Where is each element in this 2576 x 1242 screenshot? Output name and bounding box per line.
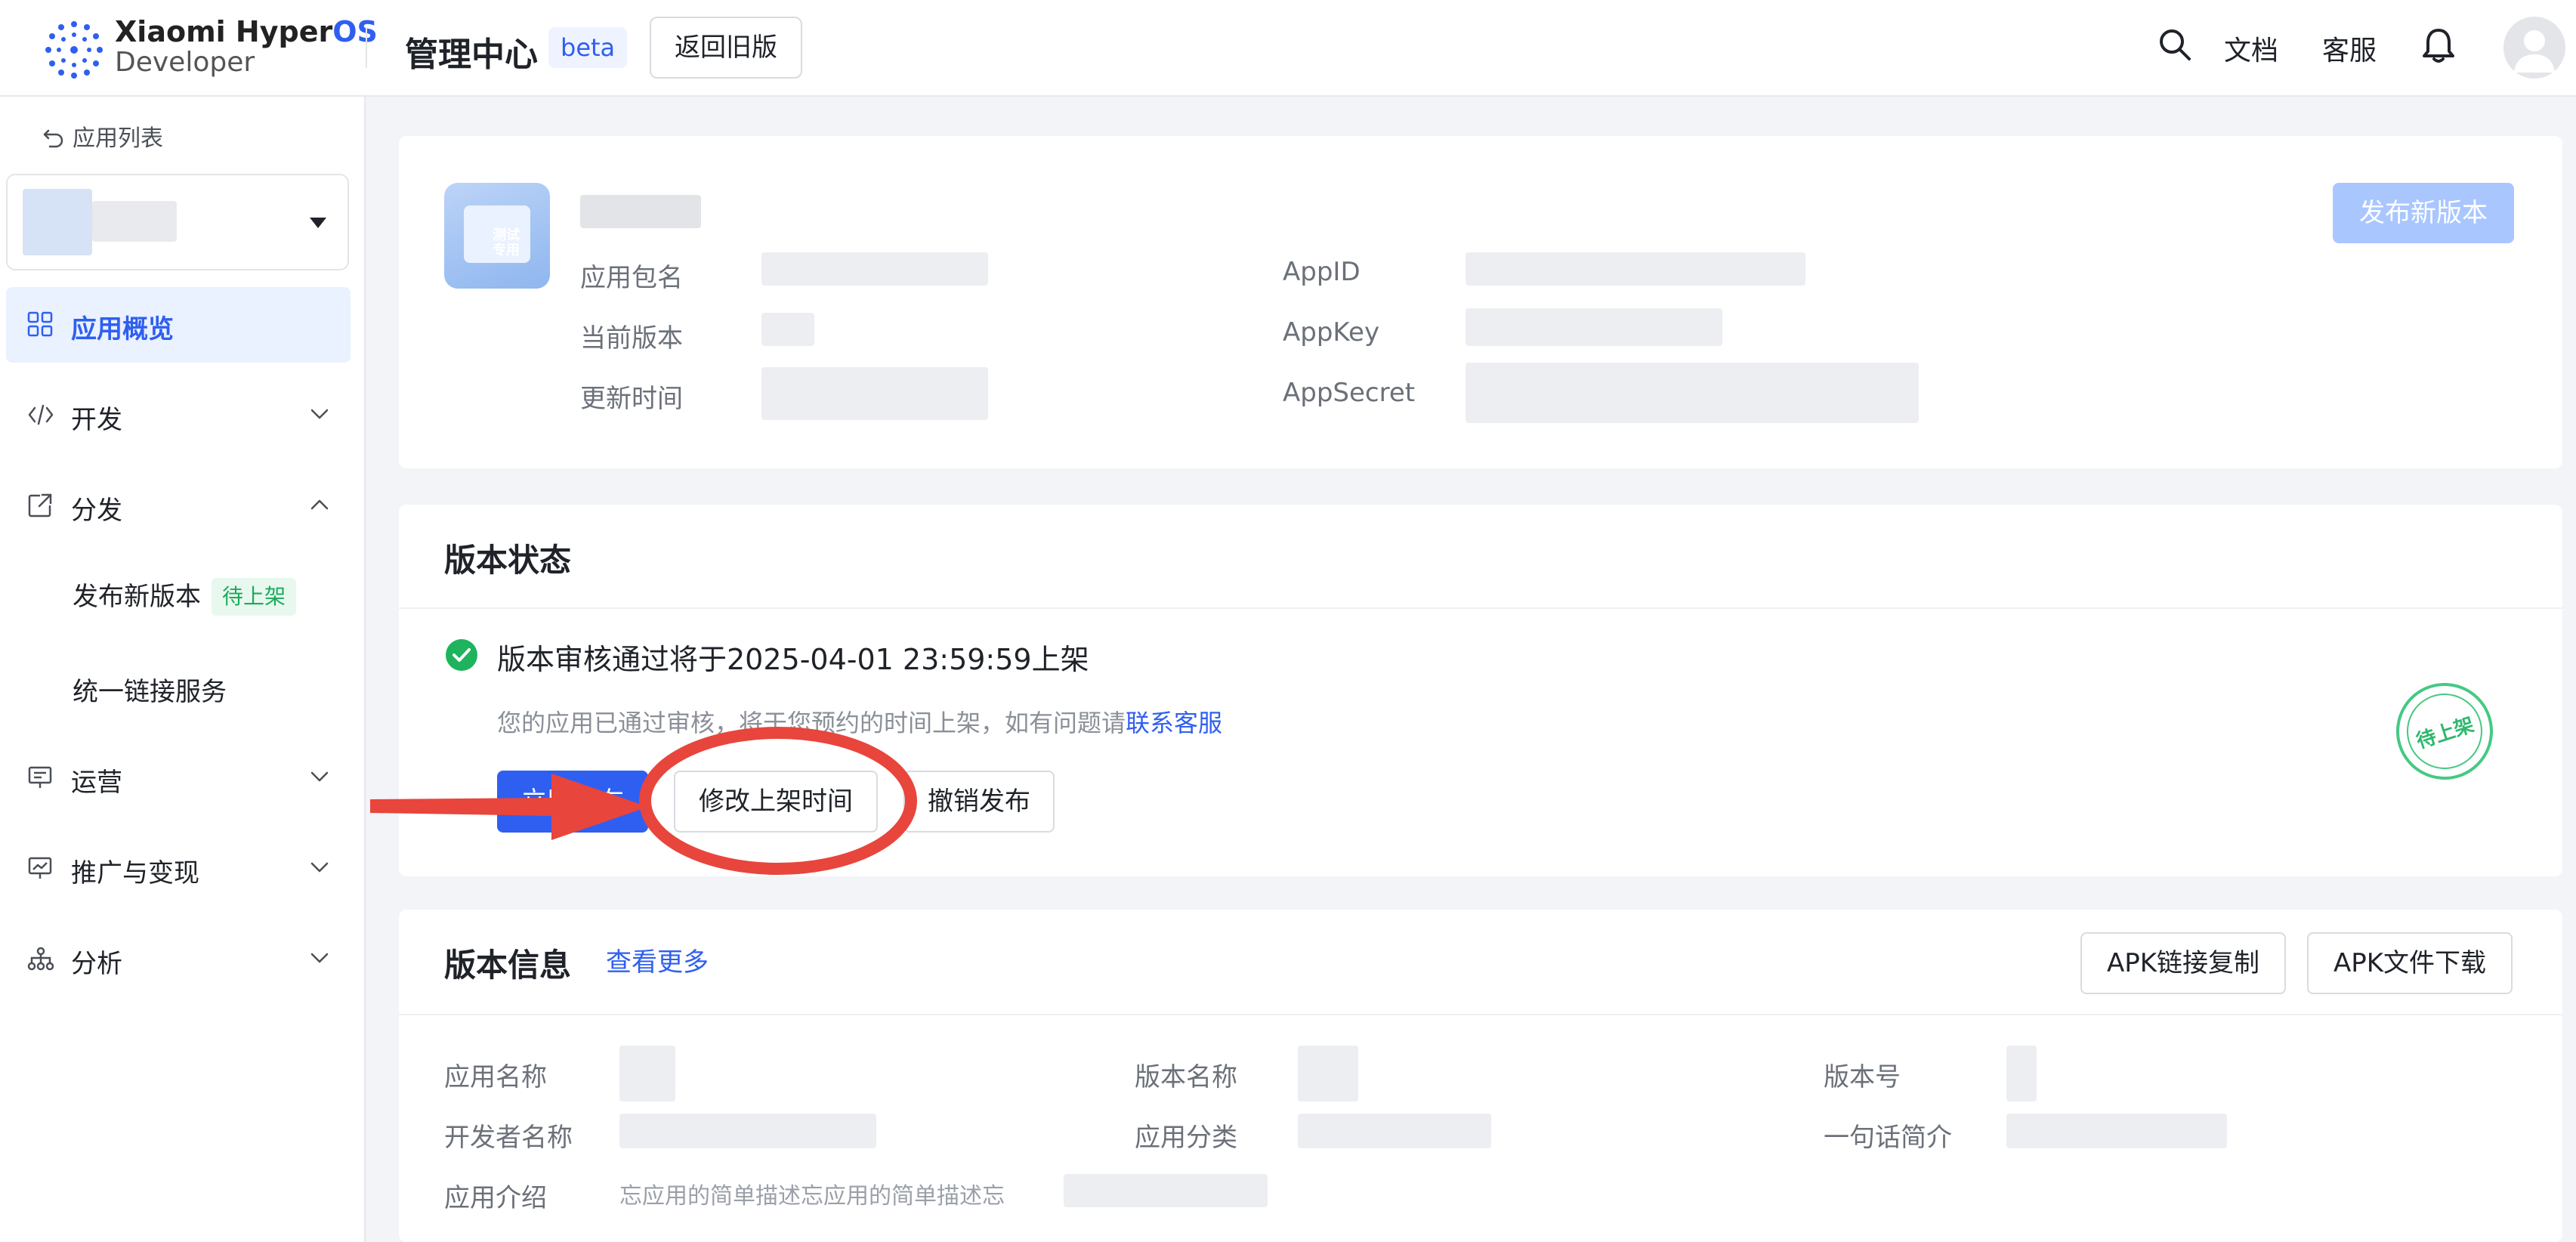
appid-label: AppID xyxy=(1283,257,1361,287)
download-apk-button[interactable]: APK文件下载 xyxy=(2307,932,2513,994)
copy-apk-link-button[interactable]: APK链接复制 xyxy=(2080,932,2286,994)
sidebar-item-label: 运营 xyxy=(71,768,122,798)
sidebar-item-develop[interactable]: 开发 xyxy=(6,378,351,453)
app-name-label: 应用名称 xyxy=(444,1062,547,1092)
sidebar-item-label: 分析 xyxy=(71,949,122,979)
modify-release-time-button[interactable]: 修改上架时间 xyxy=(674,771,878,833)
brief-intro-value-redacted xyxy=(2006,1114,2227,1148)
category-label: 应用分类 xyxy=(1135,1123,1237,1153)
back-to-app-list-link[interactable]: 应用列表 xyxy=(42,119,163,153)
app-intro-redacted xyxy=(1064,1174,1268,1207)
docs-link[interactable]: 文档 xyxy=(2224,29,2278,68)
appkey-redacted xyxy=(1466,308,1722,346)
app-overview-card: 测试 专用 应用包名 当前版本 更新时间 AppID AppKey AppSecr… xyxy=(399,136,2562,468)
sidebar-item-distribute[interactable]: 分发 xyxy=(6,468,351,544)
back-to-old-version-button[interactable]: 返回旧版 xyxy=(650,17,802,79)
search-icon[interactable] xyxy=(2157,27,2192,62)
sidebar-item-label: 开发 xyxy=(71,405,122,435)
developer-value-redacted xyxy=(619,1114,876,1148)
bell-icon[interactable] xyxy=(2422,27,2455,63)
app-name-redacted xyxy=(580,195,701,228)
appsecret-label: AppSecret xyxy=(1283,378,1416,408)
version-status-title: 版本状态 xyxy=(444,542,572,579)
current-version-label: 当前版本 xyxy=(580,323,683,354)
share-icon xyxy=(28,493,52,518)
version-name-value-redacted xyxy=(1298,1046,1358,1101)
brief-intro-label: 一句话简介 xyxy=(1824,1123,1952,1153)
app-icon-redacted xyxy=(23,189,92,255)
contact-support-link[interactable]: 联系客服 xyxy=(1126,709,1222,737)
pending-release-badge: 待上架 xyxy=(212,578,297,616)
sidebar-item-label: 应用概览 xyxy=(71,314,174,344)
version-status-card: 版本状态 版本审核通过将于2025-04-01 23:59:59上架 您的应用已… xyxy=(399,505,2562,876)
hyperos-logo xyxy=(45,21,103,79)
brand-subtitle: Developer xyxy=(115,47,255,78)
sidebar-item-analytics[interactable]: 分析 xyxy=(6,922,351,997)
beta-badge: beta xyxy=(548,27,628,68)
caret-down-icon xyxy=(310,218,326,228)
brand-name: Xiaomi HyperOS xyxy=(115,15,378,48)
sidebar-item-label: 推广与变现 xyxy=(71,858,199,888)
version-code-label: 版本号 xyxy=(1824,1062,1901,1092)
monitor-icon xyxy=(28,766,52,788)
user-icon xyxy=(2514,30,2555,73)
appsecret-redacted xyxy=(1466,363,1919,423)
sidebar-subitem-unified-link-service[interactable]: 统一链接服务 xyxy=(73,671,227,708)
appkey-label: AppKey xyxy=(1283,317,1380,348)
grid-icon xyxy=(27,311,53,337)
view-more-link[interactable]: 查看更多 xyxy=(606,941,709,978)
version-code-value-redacted xyxy=(2006,1046,2037,1101)
developer-name-label: 开发者名称 xyxy=(444,1123,573,1153)
package-name-redacted xyxy=(761,252,988,286)
publish-now-button[interactable]: 立即发布 xyxy=(497,771,648,833)
review-status-message: 版本审核通过将于2025-04-01 23:59:59上架 xyxy=(497,643,1089,676)
chevron-up-icon xyxy=(310,499,329,510)
sidebar-item-promotion-monetization[interactable]: 推广与变现 xyxy=(6,831,351,907)
check-circle-icon xyxy=(446,639,477,671)
chevron-down-icon xyxy=(310,771,329,782)
app-selector-dropdown[interactable] xyxy=(6,174,349,270)
appid-redacted xyxy=(1466,252,1805,286)
review-status-description: 您的应用已通过审核，将于您预约的时间上架，如有问题请联系客服 xyxy=(497,709,1223,737)
package-name-label: 应用包名 xyxy=(580,263,683,293)
back-arrow-icon xyxy=(43,129,63,148)
app-name-value-redacted xyxy=(619,1046,675,1101)
chevron-down-icon xyxy=(310,409,329,419)
revoke-release-button[interactable]: 撤销发布 xyxy=(903,771,1055,833)
page-title: 管理中心 xyxy=(405,36,538,74)
sidebar: 应用列表 应用概览 开发 分发 发布新版本 待上架 统一链接服务 运营 推广与变… xyxy=(0,97,366,1242)
section-divider xyxy=(399,607,2562,609)
app-intro-label: 应用介绍 xyxy=(444,1183,547,1213)
sidebar-item-label: 分发 xyxy=(71,496,122,526)
app-intro-value: 忘应用的简单描述忘应用的简单描述忘 xyxy=(619,1183,1005,1210)
sidebar-item-overview[interactable]: 应用概览 xyxy=(6,287,351,363)
publish-new-version-button[interactable]: 发布新版本 xyxy=(2333,183,2514,243)
version-name-label: 版本名称 xyxy=(1135,1062,1237,1092)
app-name-redacted xyxy=(92,201,177,242)
version-info-title: 版本信息 xyxy=(444,947,572,984)
section-divider xyxy=(399,1014,2562,1015)
support-link[interactable]: 客服 xyxy=(2322,29,2377,68)
update-time-label: 更新时间 xyxy=(580,384,683,414)
avatar[interactable] xyxy=(2503,17,2565,79)
chart-monitor-icon xyxy=(28,857,52,879)
code-icon xyxy=(28,404,54,425)
sidebar-item-operations[interactable]: 运营 xyxy=(6,740,351,816)
header-divider xyxy=(366,27,367,68)
version-redacted xyxy=(761,313,814,346)
chevron-down-icon xyxy=(310,953,329,963)
network-icon xyxy=(27,947,54,971)
chevron-down-icon xyxy=(310,862,329,873)
update-time-redacted xyxy=(761,367,988,420)
category-value-redacted xyxy=(1298,1114,1491,1148)
version-info-card: 版本信息 查看更多 APK链接复制 APK文件下载 应用名称 开发者名称 应用介… xyxy=(399,910,2562,1242)
top-header: Xiaomi HyperOS Developer 管理中心 beta 返回旧版 … xyxy=(0,0,2576,97)
app-icon: 测试 专用 xyxy=(444,183,550,289)
pending-release-stamp: 待上架 xyxy=(2383,670,2506,792)
sidebar-subitem-publish-new-version[interactable]: 发布新版本 待上架 xyxy=(73,576,297,616)
test-tag: 测试 专用 xyxy=(493,227,520,258)
